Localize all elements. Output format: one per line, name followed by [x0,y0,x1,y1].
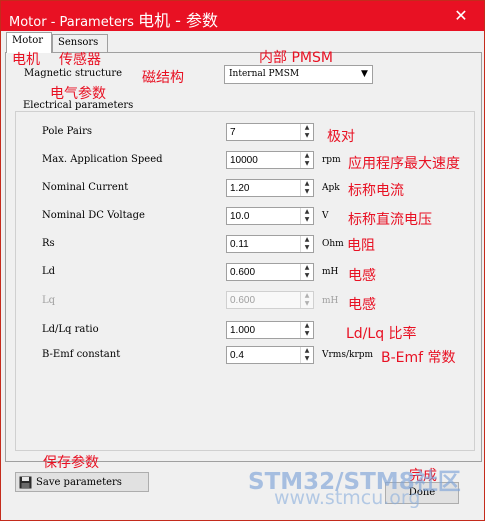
pole-pairs-value: 7 [230,127,236,138]
nominal-dc-voltage-annotation: 标称直流电压 [348,212,432,228]
magnetic-structure-value: Internal PMSM [229,69,300,79]
save-parameters-annotation: 保存参数 [43,455,99,471]
ld-lq-ratio-label: Ld/Lq ratio [42,324,99,335]
tab-sensors-annotation: 传感器 [59,52,101,68]
max-speed-unit: rpm [322,155,341,165]
spin-up-icon[interactable]: ▲ [301,152,313,160]
spin-down-icon[interactable]: ▼ [301,355,313,363]
spin-up-icon[interactable]: ▲ [301,208,313,216]
bemf-constant-value: 0.4 [230,350,244,361]
nominal-current-spinbox[interactable]: 1.20 ▲ ▼ [226,179,314,197]
nominal-dc-voltage-spinbox[interactable]: 10.0 ▲ ▼ [226,207,314,225]
spin-down-icon[interactable]: ▼ [301,188,313,196]
spin-up-icon: ▲ [304,292,310,299]
nominal-dc-voltage-value: 10.0 [230,211,250,222]
tab-motor-annotation: 电机 [12,52,40,68]
rs-label: Rs [42,238,55,249]
ld-unit: mH [322,267,339,277]
max-speed-value: 10000 [230,155,258,166]
nominal-current-unit: Apk [322,183,340,193]
spin-up-icon[interactable]: ▲ [301,264,313,272]
spin-down-icon[interactable]: ▼ [301,272,313,280]
pole-pairs-annotation: 极对 [327,129,355,145]
ld-lq-ratio-annotation: Ld/Lq 比率 [346,326,417,342]
rs-spinbox[interactable]: 0.11 ▲ ▼ [226,235,314,253]
bemf-constant-label: B-Emf constant [42,349,121,360]
lq-unit: mH [322,296,339,306]
magnetic-structure-label: Magnetic structure [24,68,123,79]
magnetic-structure-annotation: 磁结构 [142,70,184,86]
bemf-constant-unit: Vrms/krpm [322,350,374,360]
lq-annotation: 电感 [348,297,376,313]
ld-annotation: 电感 [348,268,376,284]
nominal-current-value: 1.20 [230,183,250,194]
spin-up-icon[interactable]: ▲ [301,322,313,330]
nominal-current-label: Nominal Current [42,182,129,193]
lq-spinbox: 0.600 ▲ ▼ [226,291,314,309]
spin-up-icon[interactable]: ▲ [301,180,313,188]
save-parameters-button[interactable]: Save parameters [15,472,149,492]
chevron-down-icon: ▼ [356,66,372,83]
bemf-constant-spinbox[interactable]: 0.4 ▲ ▼ [226,346,314,364]
spin-down-icon[interactable]: ▼ [301,132,313,140]
spin-up-icon[interactable]: ▲ [301,347,313,355]
nominal-current-annotation: 标称电流 [348,183,404,199]
parameters-window: Motor - Parameters 电机 - 参数 ✕ Motor Senso… [0,0,485,521]
rs-unit: Ohm [322,239,344,249]
max-speed-spinbox[interactable]: 10000 ▲ ▼ [226,151,314,169]
close-button[interactable]: ✕ [438,1,484,31]
nominal-dc-voltage-unit: V [322,211,329,221]
watermark-url: www.stmcu.org [274,487,421,509]
title-bar: Motor - Parameters 电机 - 参数 ✕ [1,1,484,31]
window-title-wrap: Motor - Parameters 电机 - 参数 [9,7,218,31]
lq-value: 0.600 [230,295,256,306]
electrical-group-annotation: 电气参数 [50,86,106,102]
window-title-annotation: 电机 - 参数 [138,11,219,30]
ld-value: 0.600 [230,267,256,278]
pole-pairs-label: Pole Pairs [42,126,92,137]
ld-lq-ratio-spinbox[interactable]: 1.000 ▲ ▼ [226,321,314,339]
window-title: Motor - Parameters [9,15,134,30]
ld-label: Ld [42,266,56,277]
rs-value: 0.11 [230,239,249,250]
rs-annotation: 电阻 [347,238,375,254]
spin-up-icon[interactable]: ▲ [301,124,313,132]
pole-pairs-spinbox[interactable]: 7 ▲ ▼ [226,123,314,141]
floppy-disk-icon [19,476,32,489]
ld-lq-ratio-value: 1.000 [230,325,256,336]
lq-label: Lq [42,295,56,306]
magnetic-structure-value-annotation: 内部 PMSM [259,50,333,66]
max-speed-label: Max. Application Speed [42,154,163,165]
spin-down-icon[interactable]: ▼ [301,244,313,252]
spin-down-icon[interactable]: ▼ [301,216,313,224]
bemf-constant-annotation: B-Emf 常数 [381,350,456,366]
spin-up-icon[interactable]: ▲ [301,236,313,244]
magnetic-structure-select[interactable]: Internal PMSM ▼ [224,65,373,84]
spin-down-icon[interactable]: ▼ [301,160,313,168]
spin-down-icon: ▼ [304,300,310,307]
save-parameters-label: Save parameters [36,477,122,488]
max-speed-annotation: 应用程序最大速度 [348,156,460,172]
nominal-dc-voltage-label: Nominal DC Voltage [42,210,145,221]
ld-spinbox[interactable]: 0.600 ▲ ▼ [226,263,314,281]
spin-down-icon[interactable]: ▼ [301,330,313,338]
